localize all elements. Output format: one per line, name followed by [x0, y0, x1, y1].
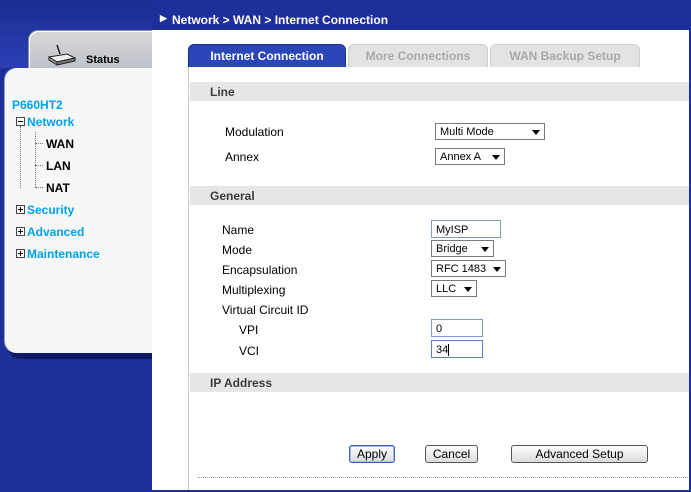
virtual-circuit-label: Virtual Circuit ID [222, 303, 309, 317]
divider [197, 477, 691, 478]
section-line-header: Line [190, 82, 691, 101]
sidebar-item-label: Security [27, 203, 75, 217]
breadcrumb-bar: ▶ Network > WAN > Internet Connection [152, 10, 691, 30]
name-input[interactable]: MyISP [431, 220, 501, 238]
section-title: General [210, 189, 255, 203]
sidebar-item-label: Advanced [27, 225, 85, 239]
sidebar-item-label: Network [27, 115, 75, 129]
chevron-right-icon: ▶ [160, 13, 167, 23]
section-title: IP Address [210, 376, 273, 390]
sidebar: Status P660HT2 Network WAN LAN NAT Secur… [0, 0, 152, 492]
plus-box-icon[interactable] [16, 205, 25, 215]
text-caret [448, 344, 450, 357]
tree-line [35, 187, 43, 188]
sidebar-item-wan[interactable]: WAN [46, 137, 74, 151]
vci-label: VCI [239, 344, 260, 358]
sidebar-item-security[interactable]: Security [16, 203, 74, 217]
modulation-value: Multi Mode [440, 126, 494, 138]
advanced-setup-button[interactable]: Advanced Setup [511, 445, 648, 463]
modulation-select[interactable]: Multi Mode [435, 123, 545, 140]
vci-input[interactable]: 34 [431, 340, 483, 358]
section-general-header: General [190, 186, 691, 205]
section-ip-header: IP Address [190, 373, 691, 392]
chevron-down-icon [532, 130, 540, 135]
sidebar-item-network[interactable]: Network [16, 115, 74, 129]
tree-line [20, 126, 21, 188]
header-strip [152, 0, 691, 10]
status-label: Status [86, 54, 120, 66]
breadcrumb: Network > WAN > Internet Connection [172, 13, 389, 27]
tree-line [35, 132, 36, 187]
annex-label: Annex [225, 150, 260, 164]
chevron-down-icon [493, 267, 501, 272]
tab-more-connections[interactable]: More Connections [348, 44, 488, 68]
sidebar-item-nat[interactable]: NAT [46, 181, 70, 195]
mode-label: Mode [222, 243, 253, 257]
mode-select[interactable]: Bridge [431, 240, 494, 257]
encapsulation-select[interactable]: RFC 1483 [431, 260, 506, 277]
encapsulation-label: Encapsulation [222, 263, 298, 277]
cancel-button[interactable]: Cancel [425, 445, 478, 463]
multiplexing-select[interactable]: LLC [431, 280, 477, 297]
device-model: P660HT2 [12, 98, 63, 112]
apply-button[interactable]: Apply [349, 445, 395, 463]
vci-value: 34 [436, 344, 449, 356]
modulation-label: Modulation [225, 125, 284, 139]
multiplexing-value: LLC [436, 283, 457, 295]
annex-value: Annex A [440, 151, 481, 163]
chevron-down-icon [464, 287, 472, 292]
tab-wan-backup-setup[interactable]: WAN Backup Setup [490, 44, 640, 68]
chevron-down-icon [481, 247, 489, 252]
multiplexing-label: Multiplexing [222, 283, 286, 297]
tab-internet-connection[interactable]: Internet Connection [188, 44, 346, 68]
form-content: Line Modulation Multi Mode Annex Annex A… [188, 67, 691, 492]
main-area: Internet Connection More Connections WAN… [152, 30, 691, 492]
router-icon [47, 44, 77, 66]
tree-line [35, 165, 43, 166]
chevron-down-icon [492, 155, 500, 160]
vpi-label: VPI [239, 323, 259, 337]
mode-value: Bridge [436, 243, 468, 255]
sidebar-item-lan[interactable]: LAN [46, 159, 71, 173]
encapsulation-value: RFC 1483 [436, 263, 487, 275]
minus-box-icon[interactable] [16, 117, 25, 127]
section-title: Line [210, 85, 235, 99]
name-label: Name [222, 223, 255, 237]
sidebar-item-label: Maintenance [27, 247, 100, 261]
sidebar-item-maintenance[interactable]: Maintenance [16, 247, 100, 261]
plus-box-icon[interactable] [16, 227, 25, 237]
sidebar-item-advanced[interactable]: Advanced [16, 225, 84, 239]
tree-line [35, 143, 43, 144]
annex-select[interactable]: Annex A [435, 148, 505, 165]
vpi-input[interactable]: 0 [431, 319, 483, 337]
plus-box-icon[interactable] [16, 249, 25, 259]
